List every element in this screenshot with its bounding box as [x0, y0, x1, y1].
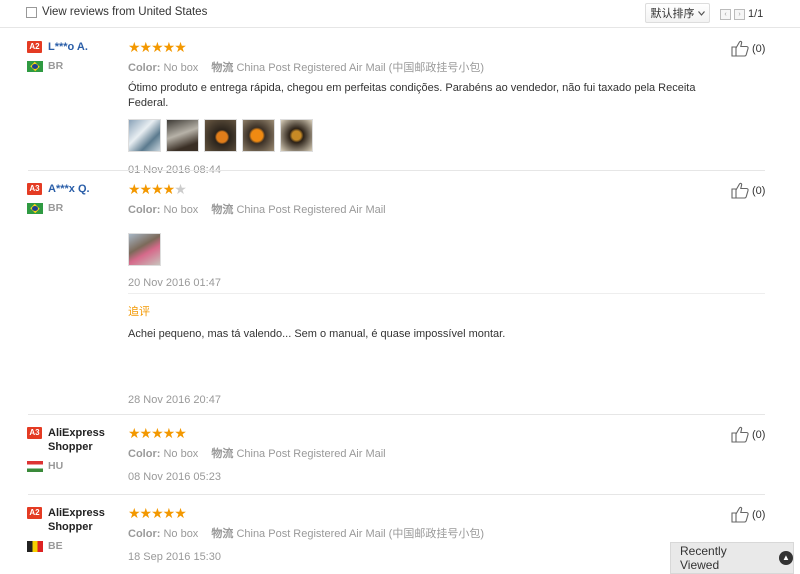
shipping-label: 物流	[211, 448, 234, 460]
review-attributes: Color: No box 物流 China Post Registered A…	[128, 201, 728, 217]
brazil-flag-icon	[27, 60, 43, 72]
buyer-level-badge: A2	[27, 41, 42, 53]
color-value: No box	[163, 62, 199, 74]
color-label: Color:	[128, 528, 161, 540]
shipping-value: China Post Registered Air Mail (中国邮政挂号小包…	[236, 62, 484, 74]
helpful-count: (0)	[752, 42, 766, 55]
helpful-count: (0)	[752, 508, 766, 521]
buyer-level-badge: A3	[27, 183, 42, 195]
buyer-level-badge: A3	[27, 427, 42, 439]
shipping-value: China Post Registered Air Mail	[236, 448, 386, 460]
review-attributes: Color: No box 物流 China Post Registered A…	[128, 445, 728, 461]
review-content: ★★★★★ Color: No box 物流 China Post Regist…	[128, 40, 728, 176]
shipping-value: China Post Registered Air Mail	[236, 204, 386, 216]
reviewer-info: A2 L***o A. BR	[27, 40, 122, 72]
reviewer-name: AliExpress Shopper	[48, 507, 105, 533]
helpful-count: (0)	[752, 184, 766, 197]
review-divider	[28, 414, 765, 415]
reviewer-info: A2 AliExpress Shopper BE	[27, 506, 122, 552]
country-filter[interactable]: View reviews from United States	[26, 6, 207, 18]
review-photos	[128, 119, 728, 152]
prev-page-button[interactable]: ‹	[720, 8, 731, 20]
helpful-button[interactable]: (0)	[731, 182, 765, 199]
reviews-toolbar: View reviews from United States 默认排序 ‹ ›…	[0, 0, 800, 28]
brazil-flag-icon	[27, 202, 43, 214]
star-rating: ★★★★★	[128, 425, 187, 441]
thumbs-up-icon	[731, 426, 749, 443]
belgium-flag-icon	[27, 540, 43, 552]
thumbs-up-icon	[731, 182, 749, 199]
chevron-up-icon: ▲	[779, 551, 793, 565]
followup-text: Achei pequeno, mas tá valendo... Sem o m…	[128, 328, 506, 340]
country-filter-label: View reviews from United States	[42, 6, 208, 18]
review-divider	[28, 494, 765, 495]
review-date: 08 Nov 2016 05:23	[128, 471, 221, 483]
reviewer-country: BR	[48, 202, 64, 214]
helpful-button[interactable]: (0)	[731, 426, 765, 443]
thumbs-up-icon	[731, 40, 749, 57]
helpful-count: (0)	[752, 428, 766, 441]
country-filter-checkbox[interactable]	[26, 6, 37, 18]
review-photo[interactable]	[204, 119, 237, 152]
helpful-button[interactable]: (0)	[731, 40, 765, 57]
followup-label: 追评	[128, 306, 150, 318]
reviewer-country: HU	[48, 460, 64, 472]
review-photos	[128, 233, 728, 266]
sort-dropdown[interactable]: 默认排序	[645, 3, 710, 23]
helpful-button[interactable]: (0)	[731, 506, 765, 523]
reviewer-info: A3 AliExpress Shopper HU	[27, 426, 122, 472]
review-photo[interactable]	[166, 119, 199, 152]
followup-date: 28 Nov 2016 20:47	[128, 394, 221, 406]
review-attributes: Color: No box 物流 China Post Registered A…	[128, 525, 728, 541]
review-photo[interactable]	[128, 233, 161, 266]
reviewer-info: A3 A***x Q. BR	[27, 182, 122, 214]
review-date: 18 Sep 2016 15:30	[128, 551, 221, 563]
hungary-flag-icon	[27, 460, 43, 472]
star-rating: ★★★★★	[128, 181, 187, 197]
reviewer-country: BR	[48, 60, 64, 72]
followup-review: 追评 Achei pequeno, mas tá valendo... Sem …	[128, 303, 728, 406]
color-value: No box	[163, 448, 199, 460]
shipping-label: 物流	[211, 528, 234, 540]
thumbs-up-icon	[731, 506, 749, 523]
next-page-button[interactable]: ›	[734, 8, 745, 20]
reviewer-country: BE	[48, 540, 63, 552]
buyer-level-badge: A2	[27, 507, 42, 519]
shipping-value: China Post Registered Air Mail (中国邮政挂号小包…	[236, 528, 484, 540]
review-content: ★★★★★ Color: No box 物流 China Post Regist…	[128, 182, 728, 289]
review-content: ★★★★★ Color: No box 物流 China Post Regist…	[128, 426, 728, 483]
sort-label: 默认排序	[650, 8, 695, 20]
followup-divider	[128, 293, 765, 294]
page-indicator: 1/1	[748, 8, 764, 20]
reviewer-name: AliExpress Shopper	[48, 427, 105, 453]
review-text: Ótimo produto e entrega rápida, chegou e…	[128, 82, 696, 109]
review-divider	[28, 170, 765, 171]
shipping-label: 物流	[211, 62, 234, 74]
review-photo[interactable]	[280, 119, 313, 152]
review-date: 20 Nov 2016 01:47	[128, 277, 221, 289]
chevron-down-icon	[697, 10, 705, 16]
review-photo[interactable]	[242, 119, 275, 152]
review-attributes: Color: No box 物流 China Post Registered A…	[128, 59, 728, 75]
shipping-label: 物流	[211, 204, 234, 216]
recently-viewed-button[interactable]: Recently Viewed ▲	[670, 542, 794, 574]
color-value: No box	[163, 204, 199, 216]
reviewer-name[interactable]: L***o A.	[48, 40, 88, 54]
pagination: ‹ › 1/1	[720, 8, 763, 20]
color-value: No box	[163, 528, 199, 540]
color-label: Color:	[128, 448, 161, 460]
recently-viewed-label: Recently Viewed	[680, 544, 727, 572]
review-content: ★★★★★ Color: No box 物流 China Post Regist…	[128, 506, 728, 563]
star-rating: ★★★★★	[128, 39, 187, 55]
color-label: Color:	[128, 62, 161, 74]
reviewer-name[interactable]: A***x Q.	[48, 182, 90, 196]
star-rating: ★★★★★	[128, 505, 187, 521]
review-photo[interactable]	[128, 119, 161, 152]
color-label: Color:	[128, 204, 161, 216]
